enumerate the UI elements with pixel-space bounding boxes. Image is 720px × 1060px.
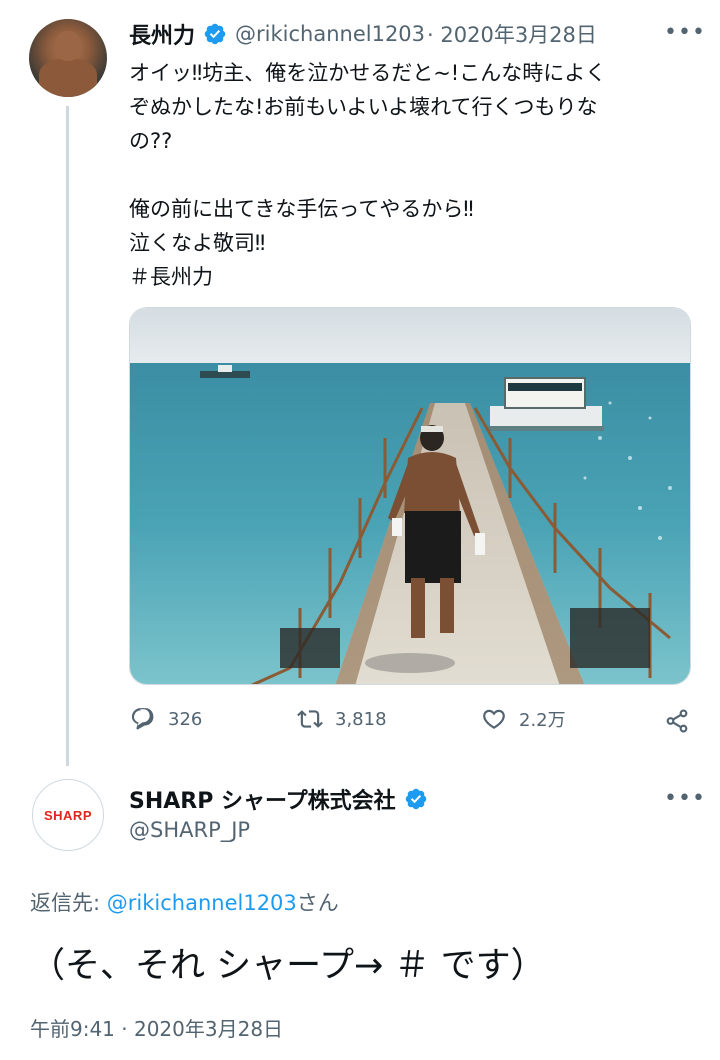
author-name[interactable]: 長州力 [129,18,195,50]
reply-count: 326 [168,708,203,730]
like-button[interactable]: 2.2万 [481,706,566,732]
author-handle[interactable]: @SHARP_JP [129,818,250,842]
tweet1-header: 長州力 @rikichannel1203 · 2020年3月28日 [129,18,597,50]
tweet-timestamp[interactable]: 午前9:41 · 2020年3月28日 [30,1013,283,1042]
sharp-logo: SHARP [43,807,92,823]
tweet-date[interactable]: · 2020年3月28日 [427,19,597,49]
reply-button[interactable]: 326 [130,706,202,732]
like-icon [483,709,505,729]
retweet-icon [297,710,323,728]
verified-icon [204,23,226,45]
like-count: 2.2万 [519,710,566,731]
photo-pier-ocean [130,308,690,684]
avatar-riki[interactable] [29,19,107,97]
verified-icon [405,788,426,810]
more-options-icon[interactable]: ••• [664,20,706,45]
retweet-count: 3,818 [335,708,387,730]
tweet1-text: オイッ‼坊主、俺を泣かせるだと~!こんな時によく ぞぬかしたな!お前もいよいよ壊… [129,61,607,289]
tweet-photo[interactable] [129,307,691,685]
share-button[interactable] [664,708,690,734]
reply-to-handle-link[interactable]: @rikichannel1203 [107,891,297,915]
reply-to-label: 返信先: [30,891,107,915]
tweet2-header: SHARP シャープ株式会社 [129,783,428,815]
more-options-icon[interactable]: ••• [664,786,706,811]
tweet2-text: （そ、それ シャープ→ ＃ です） [30,946,546,986]
retweet-button[interactable]: 3,818 [297,706,387,732]
thread-line [66,106,69,766]
share-icon [666,709,688,733]
author-handle[interactable]: @rikichannel1203 [235,22,425,46]
avatar-sharp[interactable]: SHARP [32,779,104,851]
reply-to-line: 返信先: @rikichannel1203さん [30,887,339,917]
reply-icon [131,708,154,730]
author-name[interactable]: SHARP シャープ株式会社 [129,783,396,815]
reply-to-suffix: さん [296,891,339,915]
